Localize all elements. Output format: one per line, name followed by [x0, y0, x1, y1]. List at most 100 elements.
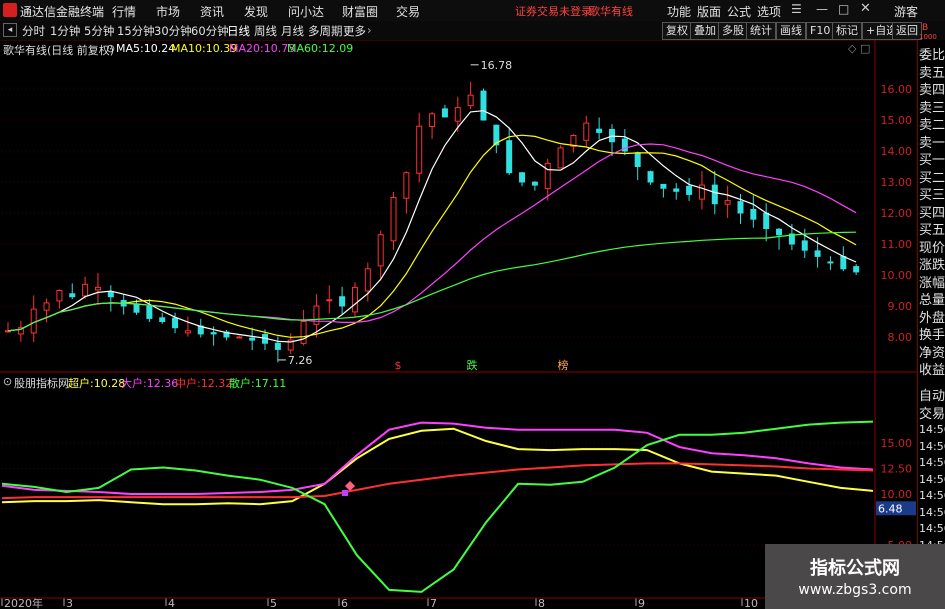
candle-body	[763, 212, 770, 230]
price-tick-label: 12.00	[881, 207, 913, 220]
candle-body	[801, 240, 808, 251]
extreme-label: 7.26	[288, 354, 313, 367]
crossover-marker	[345, 481, 355, 491]
line-medium-readout: 中户:12.32	[175, 377, 233, 390]
side-field-7[interactable]: 买二	[919, 167, 945, 186]
candle-body	[339, 296, 346, 307]
side-time-6: 14:56	[919, 522, 945, 535]
side-field-17[interactable]: 净资	[919, 342, 945, 361]
side-time-4: 14:56	[919, 489, 945, 502]
side-field-4[interactable]: 卖二	[919, 114, 945, 133]
line-superuser-readout: 超户:10.28	[68, 377, 126, 390]
candle-body	[146, 305, 153, 319]
candle-body	[274, 342, 281, 350]
side-field-8[interactable]: 买三	[919, 184, 945, 203]
side-field-3[interactable]: 卖三	[919, 97, 945, 116]
candle-body	[583, 122, 590, 141]
side-time-5: 14:56	[919, 505, 945, 519]
side-field-10[interactable]: 买五	[919, 219, 945, 238]
value-tick-label: 15.00	[881, 437, 913, 450]
candlestick-series	[5, 81, 860, 363]
price-tick-label: 14.00	[881, 145, 913, 158]
candle-body	[480, 90, 487, 121]
candle-body	[249, 337, 256, 341]
line-large-readout: 大户:12.36	[121, 377, 179, 390]
ma-line-ma60	[7, 231, 857, 332]
side-field-15[interactable]: 外盘	[919, 307, 945, 326]
side-time-3: 14:56	[919, 472, 945, 486]
current-value-label: 6.48	[878, 502, 903, 515]
side-field-14[interactable]: 总量	[919, 289, 945, 308]
candle-body	[454, 107, 461, 122]
side-lower-1[interactable]: 交易	[919, 403, 945, 422]
side-header-sub: 1000	[919, 33, 937, 41]
candle-body	[660, 183, 667, 189]
side-lower-0[interactable]: 自动	[919, 385, 945, 404]
candle-body	[647, 171, 654, 183]
date-label: 7	[430, 597, 437, 609]
candle-body	[441, 108, 448, 118]
side-field-5[interactable]: 卖一	[919, 132, 945, 151]
price-tick-label: 9.00	[888, 300, 913, 313]
candle-body	[737, 201, 744, 214]
price-tick-label: 11.00	[881, 238, 913, 251]
candle-body	[416, 125, 423, 174]
candle-body	[724, 200, 731, 205]
candle-body	[686, 185, 693, 195]
line-retail-readout: 散户:17.11	[229, 377, 287, 390]
value-tick-label: 10.00	[881, 488, 913, 501]
candle-body	[43, 302, 50, 311]
candle-body	[776, 228, 783, 236]
side-time-0: 14:56	[919, 423, 945, 436]
side-field-6[interactable]: 买一	[919, 149, 945, 168]
ma-line-ma20	[7, 143, 857, 332]
signal-marker: $	[395, 359, 402, 372]
sub-indicator-lines	[1, 420, 874, 593]
sub-toggle-icon[interactable]: ⊙	[3, 375, 12, 388]
date-label: 5	[270, 597, 277, 609]
date-label: 4	[168, 597, 175, 609]
side-field-12[interactable]: 涨跌	[919, 254, 945, 273]
candle-body	[827, 261, 834, 264]
side-field-9[interactable]: 买四	[919, 202, 945, 221]
candle-body	[172, 317, 179, 329]
side-time-2: 14:56	[919, 456, 945, 469]
candle-body	[519, 172, 526, 183]
candle-body	[403, 172, 410, 199]
side-field-1[interactable]: 卖五	[919, 62, 945, 81]
main-chart-grid	[0, 40, 917, 609]
side-field-11[interactable]: 现价	[919, 237, 945, 256]
candle-body	[467, 94, 474, 107]
side-field-2[interactable]: 卖四	[919, 79, 945, 98]
side-field-13[interactable]: 涨幅	[919, 272, 945, 291]
side-time-1: 14:56	[919, 439, 945, 453]
side-field-16[interactable]: 换手	[919, 324, 945, 343]
candle-body	[326, 299, 333, 302]
candle-body	[210, 332, 217, 335]
candle-body	[711, 184, 718, 205]
candle-body	[814, 250, 821, 257]
date-axis: 2020年 3 4 5 6 7 8 9 10	[0, 596, 873, 609]
signal-square	[342, 490, 348, 496]
candle-body	[56, 290, 63, 302]
sub-value-axis: 15.0012.5010.005.006.48	[876, 437, 916, 552]
date-label: 6	[341, 597, 348, 609]
main-price-axis: 16.00 15.00 14.00 13.00 12.00 11.00 10.00 9.00 8…	[881, 83, 913, 344]
side-field-18[interactable]: 收益	[919, 359, 945, 378]
candle-body	[673, 188, 680, 192]
value-tick-label: 12.50	[881, 463, 913, 476]
price-tick-label: 16.00	[881, 83, 913, 96]
candle-body	[351, 286, 358, 313]
main-annotations: 16.78 7.26 $ 跌 榜	[277, 59, 569, 372]
candle-body	[159, 317, 166, 322]
date-label: 9	[638, 597, 645, 609]
watermark-url: www.zbgs3.com	[798, 582, 912, 598]
date-label: 8	[538, 597, 545, 609]
candle-body	[544, 162, 551, 189]
candle-body	[94, 286, 101, 291]
price-tick-label: 8.00	[888, 331, 913, 344]
side-field-0[interactable]: 委比	[919, 44, 945, 63]
candle-body	[531, 181, 538, 186]
extreme-label: 16.78	[481, 59, 512, 72]
price-tick-label: 10.00	[881, 269, 913, 282]
